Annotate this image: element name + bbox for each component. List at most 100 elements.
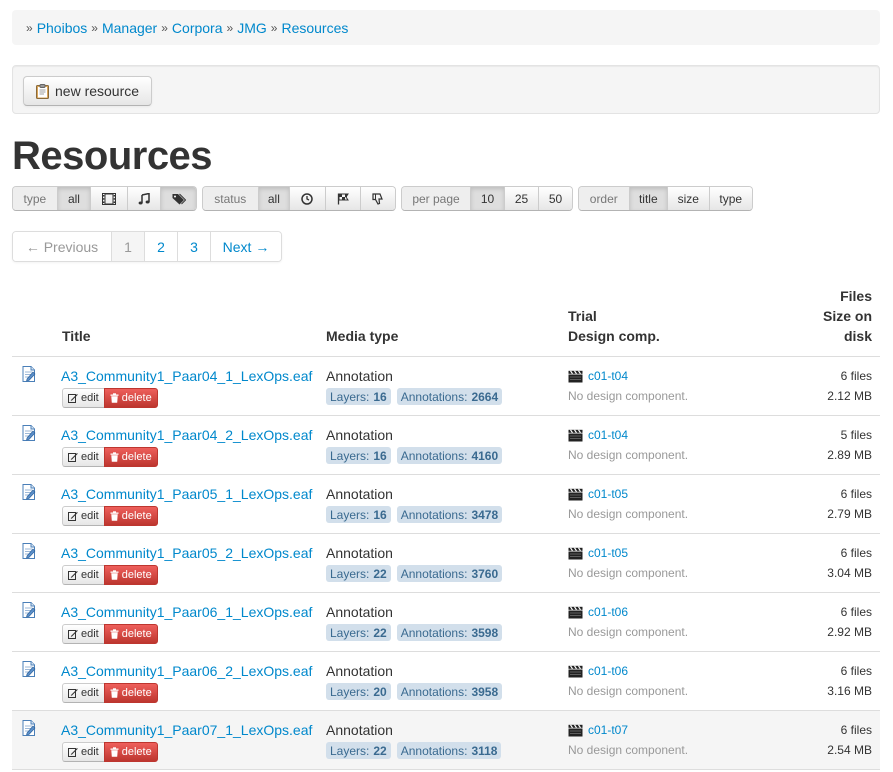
type-filter-video[interactable] [90,187,127,210]
resource-title-link[interactable]: A3_Community1_Paar04_1_LexOps.eaf [61,368,312,384]
resource-title-link[interactable]: A3_Community1_Paar05_1_LexOps.eaf [61,486,312,502]
trial-link[interactable]: c01-t06 [588,605,628,619]
resource-title-link[interactable]: A3_Community1_Paar04_2_LexOps.eaf [61,427,312,443]
delete-button[interactable]: delete [103,624,158,644]
status-filter-all[interactable]: all [257,187,290,210]
layers-count: 16 [373,507,387,522]
media-type: Annotation [326,722,393,738]
order-size[interactable]: size [667,187,709,210]
annotations-badge-label: Annotations: [400,566,468,581]
media-type: Annotation [326,486,393,502]
trial-link[interactable]: c01-t05 [588,546,628,560]
design-component: No design component. [568,743,689,757]
layers-badge-label: Layers: [330,684,370,699]
trial-link[interactable]: c01-t04 [588,369,628,383]
trial-link[interactable]: c01-t06 [588,664,628,678]
tags-icon [172,193,186,204]
design-component: No design component. [568,448,689,462]
delete-button[interactable]: delete [103,506,158,526]
size-on-disk: 2.12 MB [827,389,872,403]
breadcrumb-corpora[interactable]: Corpora [172,20,223,36]
trial-link[interactable]: c01-t05 [588,487,628,501]
delete-label: delete [121,451,152,463]
media-labels: Layers: 16 Annotations: 3478 [326,506,508,523]
breadcrumb-resources[interactable]: Resources [281,20,348,36]
annotations-badge-label: Annotations: [400,743,468,758]
resource-title-link[interactable]: A3_Community1_Paar06_1_LexOps.eaf [61,604,312,620]
per-page-10[interactable]: 10 [470,187,504,210]
header-media-type[interactable]: Media type [326,326,398,346]
per-page-50[interactable]: 50 [538,187,572,210]
header-files[interactable]: Files [823,286,872,306]
resource-title-link[interactable]: A3_Community1_Paar05_2_LexOps.eaf [61,545,312,561]
breadcrumb-phoibos[interactable]: Phoibos [37,20,88,36]
status-filter-pending[interactable] [289,187,325,210]
clapperboard-icon [568,487,583,500]
row-actions: edit delete [62,742,158,762]
toolbar: new resource [12,65,880,114]
page-2-link[interactable]: 2 [144,232,177,261]
layers-badge: Layers: 22 [326,565,391,582]
edit-button[interactable]: edit [62,506,105,526]
breadcrumb-jmg[interactable]: JMG [237,20,267,36]
page-title: Resources [12,134,213,178]
order-title[interactable]: title [628,187,668,210]
layers-badge-label: Layers: [330,566,370,581]
trial-cell: c01-t04 [568,428,628,442]
edit-button[interactable]: edit [62,624,105,644]
delete-button[interactable]: delete [103,447,158,467]
type-filter-all[interactable]: all [56,187,91,210]
breadcrumb-separator: » [226,20,234,35]
clapperboard-icon [568,369,583,382]
edit-button[interactable]: edit [62,742,105,762]
edit-label: edit [81,746,99,758]
annotations-badge-label: Annotations: [400,684,468,699]
layers-count: 16 [373,389,387,404]
document-edit-icon [22,484,36,500]
breadcrumb-manager[interactable]: Manager [102,20,157,36]
next-page-link[interactable]: Next → [210,232,281,261]
edit-label: edit [81,687,99,699]
layers-count: 22 [373,566,387,581]
edit-button[interactable]: edit [62,565,105,585]
per-page-label: per page [402,187,470,210]
media-labels: Layers: 22 Annotations: 3598 [326,624,508,641]
previous-page-link[interactable]: ← Previous [13,232,111,261]
new-resource-button[interactable]: new resource [23,76,153,106]
order-type[interactable]: type [708,187,752,210]
edit-button[interactable]: edit [62,447,105,467]
edit-button[interactable]: edit [62,388,105,408]
header-title[interactable]: Title [62,326,91,346]
trial-link[interactable]: c01-t07 [588,723,628,737]
design-component: No design component. [568,566,689,580]
delete-button[interactable]: delete [103,742,158,762]
trial-link[interactable]: c01-t04 [588,428,628,442]
annotations-badge: Annotations: 4160 [396,447,503,464]
delete-label: delete [121,628,152,640]
pencil-square-icon [68,571,78,580]
edit-label: edit [81,451,99,463]
header-trial[interactable]: Trial [568,306,660,326]
delete-button[interactable]: delete [103,683,158,703]
type-filter-audio[interactable] [126,187,161,210]
per-page-25[interactable]: 25 [504,187,538,210]
delete-button[interactable]: delete [103,565,158,585]
trash-icon [110,511,119,521]
resource-title-link[interactable]: A3_Community1_Paar06_2_LexOps.eaf [61,663,312,679]
header-disk[interactable]: disk [823,326,872,346]
header-size-on[interactable]: Size on [823,306,872,326]
type-filter-annotation[interactable] [160,187,196,210]
clapperboard-icon [568,723,583,736]
resource-title-link[interactable]: A3_Community1_Paar07_1_LexOps.eaf [61,722,312,738]
layers-badge: Layers: 20 [326,683,391,700]
table-body: A3_Community1_Paar04_1_LexOps.eaf edit d… [12,357,880,770]
status-filter-finished[interactable] [324,187,361,210]
delete-button[interactable]: delete [103,388,158,408]
status-filter-rejected[interactable] [360,187,395,210]
edit-button[interactable]: edit [62,683,105,703]
pencil-square-icon [68,630,78,639]
header-design[interactable]: Design comp. [568,326,660,346]
page-3-link[interactable]: 3 [177,232,210,261]
page-1-link[interactable]: 1 [111,232,144,261]
thumbs-down-icon [372,192,384,205]
